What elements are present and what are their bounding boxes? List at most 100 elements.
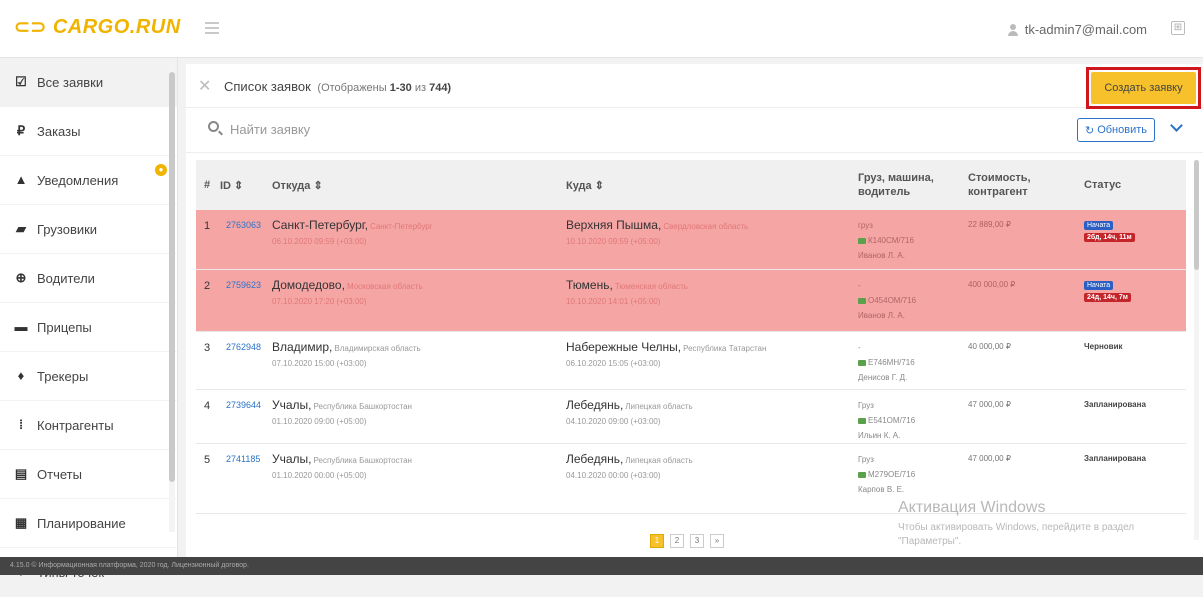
to-date: 04.10.2020 09:00 (+03:00) <box>566 417 661 426</box>
to-city: Набережные Челны, <box>566 340 682 354</box>
sidebar-item-planning[interactable]: ▦ Планирование <box>0 499 177 548</box>
to-region: Липецкая область <box>625 456 693 465</box>
sidebar-scrollbar[interactable] <box>169 62 175 532</box>
from-cell: Учалы, Республика Башкортостан 01.10.2020… <box>272 452 412 480</box>
sidebar-item-label: Грузовики <box>37 221 98 237</box>
sidebar-item-label: Отчеты <box>37 466 82 482</box>
notification-badge: ● <box>155 164 167 176</box>
cargo-cell: - Е746МН/716 Денисов Г. Д. <box>858 340 915 385</box>
sidebar-item-trackers[interactable]: ♦ Трекеры <box>0 352 177 401</box>
from-cell: Санкт-Петербург, Санкт-Петербург 06.10.20… <box>272 218 433 246</box>
list-count: (Отображены 1-30 из 744) <box>317 82 451 94</box>
menu-toggle-icon[interactable] <box>205 22 219 34</box>
from-cell: Домодедово, Московская область 07.10.2020… <box>272 278 423 306</box>
cargo-cell: Груз Е541ОМ/716 Ильин К. А. <box>858 398 915 443</box>
sidebar-item-contractors[interactable]: ⁞ Контрагенты <box>0 401 177 450</box>
to-date: 04.10.2020 00:00 (+03:00) <box>566 471 661 480</box>
to-cell: Верхняя Пышма, Свердловская область 10.10… <box>566 218 748 246</box>
request-id-link[interactable]: 2762948 <box>226 342 261 352</box>
list-header: ✕ Список заявок (Отображены 1-30 из 744)… <box>186 64 1203 109</box>
contractors-icon: ⁞ <box>18 417 24 432</box>
driver-name: Иванов Л. А. <box>858 251 905 260</box>
status-badge: Начата <box>1084 221 1114 230</box>
sidebar-item-label: Прицепы <box>37 319 92 335</box>
table-row[interactable]: 1 2763063 Санкт-Петербург, Санкт-Петербур… <box>196 210 1186 270</box>
ruble-icon: ₽ <box>16 123 26 138</box>
page-button-next[interactable]: » <box>710 534 724 548</box>
table-row[interactable]: 3 2762948 Владимир, Владимирская область … <box>196 332 1186 390</box>
table-row[interactable]: 4 2739644 Учалы, Республика Башкортостан … <box>196 390 1186 444</box>
to-date: 06.10.2020 15:05 (+03:00) <box>566 359 661 368</box>
user-menu[interactable]: tk-admin7@mail.com <box>1007 22 1147 37</box>
page-button-1[interactable]: 1 <box>650 534 664 548</box>
truck-plate: Е746МН/716 <box>868 358 915 367</box>
page-button-3[interactable]: 3 <box>690 534 704 548</box>
list-count-prefix: (Отображены <box>317 82 387 94</box>
refresh-icon: ↻ <box>1084 124 1095 137</box>
from-date: 06.10.2020 09:59 (+03:00) <box>272 237 367 246</box>
sidebar-item-trailers[interactable]: ▬ Прицепы <box>0 303 177 352</box>
truck-icon <box>858 359 866 366</box>
close-icon[interactable]: ✕ <box>198 76 211 96</box>
sidebar-item-trucks[interactable]: ▰ Грузовики <box>0 205 177 254</box>
scrollbar-thumb[interactable] <box>1194 160 1199 270</box>
sidebar-item-all-requests[interactable]: ☑ Все заявки <box>0 58 177 107</box>
truck-plate: Е541ОМ/716 <box>868 416 916 425</box>
driver-name: Ильин К. А. <box>858 431 901 440</box>
request-id-link[interactable]: 2741185 <box>226 454 260 464</box>
column-header-id[interactable]: ID ⇕ <box>220 179 243 192</box>
page-title: Список заявок (Отображены 1-30 из 744) <box>224 79 451 94</box>
cost-value: 22 889,00 ₽ <box>968 220 1011 229</box>
logo-text: CARGO.RUN <box>52 16 181 38</box>
from-city: Учалы, <box>272 398 312 412</box>
truck-icon: ▰ <box>16 221 26 236</box>
to-cell: Тюмень, Тюменская область 10.10.2020 14:0… <box>566 278 688 306</box>
sidebar-item-reports[interactable]: ▤ Отчеты <box>0 450 177 499</box>
scrollbar-thumb[interactable] <box>169 72 175 482</box>
bell-icon: ▲ <box>14 172 28 187</box>
status-cell: Начата 24д, 14ч, 7м <box>1084 278 1131 302</box>
page-button-2[interactable]: 2 <box>670 534 684 548</box>
sidebar-item-drivers[interactable]: ⊕ Водители <box>0 254 177 303</box>
timer-badge: 2бд, 14ч, 11м <box>1084 233 1135 242</box>
to-region: Липецкая область <box>625 402 693 411</box>
table-row[interactable]: 2 2759623 Домодедово, Московская область … <box>196 270 1186 332</box>
refresh-label: Обновить <box>1097 124 1147 136</box>
windows-activation-watermark: Активация Windows Чтобы активировать Win… <box>898 499 1198 549</box>
from-cell: Учалы, Республика Башкортостан 01.10.2020… <box>272 398 412 426</box>
from-region: Санкт-Петербург <box>369 222 433 231</box>
map-marker-icon: ♦ <box>17 368 25 383</box>
refresh-button[interactable]: ↻ Обновить <box>1076 118 1155 142</box>
column-header-from[interactable]: Откуда ⇕ <box>272 179 323 192</box>
to-city: Тюмень, <box>566 278 613 292</box>
column-header-to[interactable]: Куда ⇕ <box>566 179 604 192</box>
logo[interactable]: ⊂⊃ CARGO.RUN <box>14 16 181 39</box>
from-city: Владимир, <box>272 340 333 354</box>
driver-name: Иванов Л. А. <box>858 311 905 320</box>
top-bar: ⊂⊃ CARGO.RUN tk-admin7@mail.com ⊞ <box>0 0 1203 58</box>
request-id-link[interactable]: 2739644 <box>226 400 261 410</box>
table-scrollbar[interactable] <box>1194 160 1199 540</box>
request-id-link[interactable]: 2759623 <box>226 280 261 290</box>
status-cell: Начата 2бд, 14ч, 11м <box>1084 218 1135 242</box>
from-date: 01.10.2020 00:00 (+05:00) <box>272 471 367 480</box>
request-id-link[interactable]: 2763063 <box>226 220 261 230</box>
sidebar-item-orders[interactable]: ₽ Заказы <box>0 107 177 156</box>
create-request-button[interactable]: Создать заявку <box>1091 72 1196 104</box>
search-input[interactable] <box>230 117 730 141</box>
cargo-name: - <box>858 343 861 352</box>
cargo-cell: груз К140СМ/716 Иванов Л. А. <box>858 218 914 263</box>
fullscreen-icon[interactable]: ⊞ <box>1171 21 1185 35</box>
chevron-down-icon[interactable] <box>1170 119 1183 132</box>
sidebar-item-notifications[interactable]: ▲ Уведомления ● <box>0 156 177 205</box>
logo-icon: ⊂⊃ <box>14 17 47 38</box>
status-text: Черновик <box>1084 342 1123 351</box>
cost-value: 47 000,00 ₽ <box>968 400 1011 409</box>
driver-name: Карпов В. Е. <box>858 485 905 494</box>
to-cell: Лебедянь, Липецкая область 04.10.2020 00:… <box>566 452 693 480</box>
to-city: Лебедянь, <box>566 452 624 466</box>
column-header-num: # <box>204 179 211 191</box>
cargo-name: Груз <box>858 401 874 410</box>
sidebar-item-label: Контрагенты <box>37 417 114 433</box>
report-icon: ▤ <box>14 466 28 481</box>
